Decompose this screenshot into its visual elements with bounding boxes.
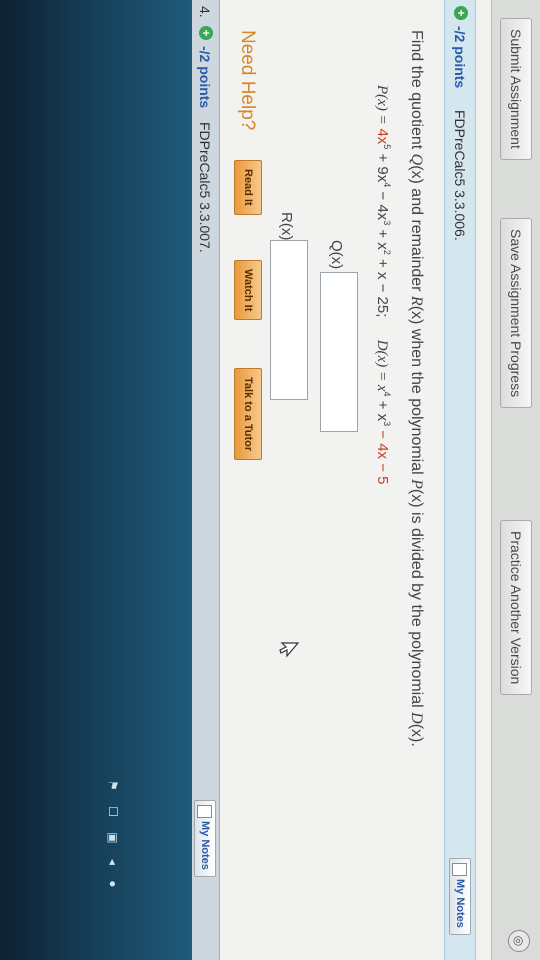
prompt-var: R bbox=[408, 295, 425, 306]
d-lhs: D(x) = x bbox=[374, 339, 390, 392]
webassign-screen: Submit Assignment Save Assignment Progre… bbox=[0, 0, 540, 960]
cursor-arrow-icon bbox=[279, 642, 300, 658]
prompt-text: (x) when the polynomial bbox=[408, 305, 425, 480]
assignment-toolbar: Submit Assignment Save Assignment Progre… bbox=[491, 0, 540, 960]
question-4-header: 4. + -/2 points FDPreCalc5 3.3.007. My N… bbox=[191, 0, 220, 960]
polynomial-formula: P(x) = 4x5 + 9x4 − 4x3 + x2 + x − 25; D(… bbox=[373, 85, 392, 485]
question-code: FDPreCalc5 3.3.006. bbox=[452, 110, 468, 241]
p-term: + x bbox=[374, 225, 391, 250]
question-number: 4. bbox=[197, 6, 213, 18]
practice-another-version-button[interactable]: Practice Another Version bbox=[500, 520, 532, 696]
read-it-button[interactable]: Read It bbox=[234, 160, 262, 215]
note-icon bbox=[452, 863, 467, 876]
p-lhs: P(x) = bbox=[374, 85, 390, 129]
plus-icon[interactable]: + bbox=[199, 26, 213, 40]
need-help-label: Need Help? bbox=[237, 30, 258, 131]
submit-assignment-button[interactable]: Submit Assignment bbox=[500, 18, 532, 160]
prompt-text: (x) and remainder bbox=[408, 165, 425, 296]
plus-icon[interactable]: + bbox=[454, 6, 468, 20]
d-term: − 4x − 5 bbox=[374, 426, 391, 485]
p-term: + x − 25; bbox=[374, 254, 391, 318]
desktop-background bbox=[0, 0, 192, 960]
quotient-input[interactable] bbox=[320, 272, 358, 432]
remainder-input[interactable] bbox=[270, 240, 308, 400]
talk-to-tutor-button[interactable]: Talk to a Tutor bbox=[234, 368, 262, 461]
save-assignment-progress-button[interactable]: Save Assignment Progress bbox=[500, 218, 532, 409]
my-notes-button[interactable]: My Notes bbox=[194, 800, 216, 877]
watch-it-button[interactable]: Watch It bbox=[234, 260, 262, 321]
settings-circle-icon[interactable]: ◎ bbox=[508, 930, 530, 952]
system-tray-icons: ⚑ ☐ ▣ ◂ ● bbox=[106, 780, 120, 894]
note-icon bbox=[197, 805, 212, 818]
my-notes-button[interactable]: My Notes bbox=[449, 858, 471, 935]
question-code: FDPreCalc5 3.3.007. bbox=[197, 122, 213, 253]
question-3-header: + -/2 points FDPreCalc5 3.3.006. My Note… bbox=[444, 0, 476, 960]
question-prompt: Find the quotient Q(x) and remainder R(x… bbox=[407, 30, 425, 747]
prompt-var: Q bbox=[408, 153, 425, 166]
question-points: -/2 points bbox=[452, 26, 468, 89]
d-term: + x bbox=[374, 396, 391, 422]
p-term: + 9x bbox=[374, 149, 391, 183]
prompt-text: (x) is divided by the polynomial bbox=[408, 488, 425, 713]
prompt-text: Find the quotient bbox=[408, 30, 425, 154]
prompt-var: D bbox=[408, 712, 425, 724]
p-term: − 4x bbox=[374, 187, 391, 221]
prompt-var: P bbox=[408, 479, 425, 489]
my-notes-label: My Notes bbox=[199, 821, 211, 870]
question-points: -/2 points bbox=[197, 46, 213, 109]
prompt-text: (x). bbox=[408, 723, 425, 747]
p-term: 4x bbox=[374, 128, 391, 145]
my-notes-label: My Notes bbox=[454, 879, 466, 928]
